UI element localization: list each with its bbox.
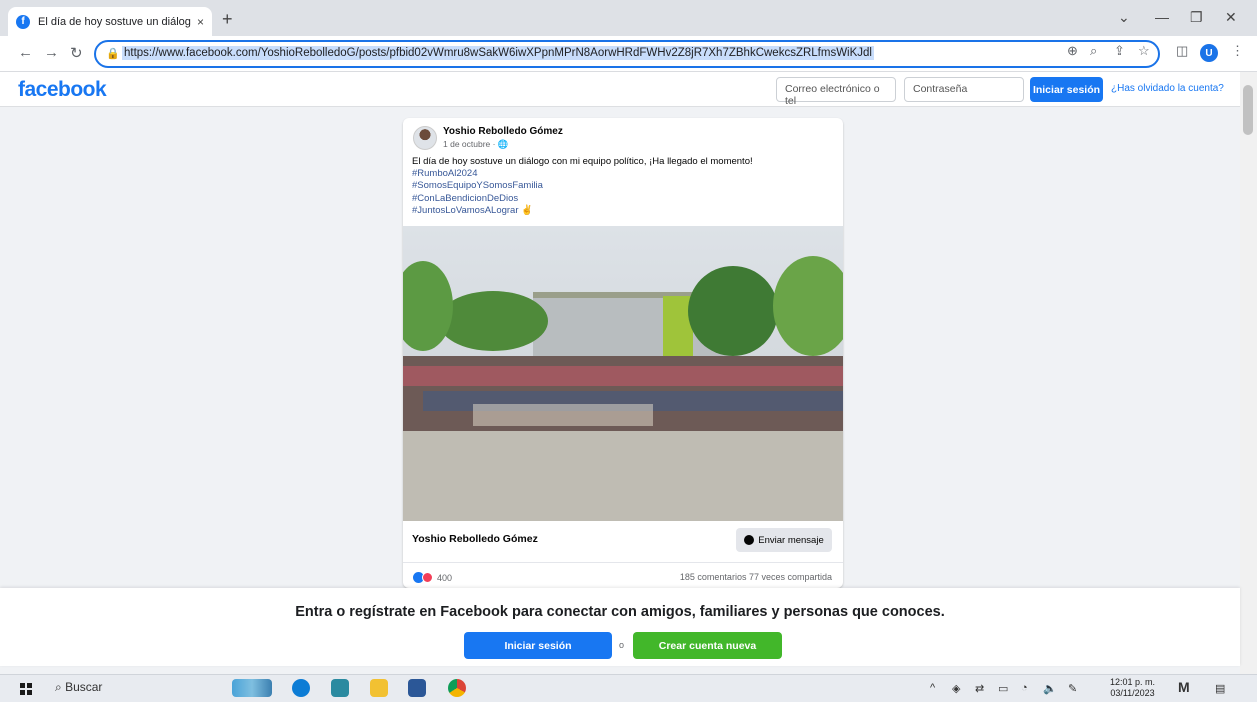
forgot-account-link[interactable]: ¿Has olvidado la cuenta? [1111, 83, 1224, 94]
lock-icon[interactable]: 🔒 [106, 47, 120, 60]
windows-taskbar: ⌕ Buscar ^ ◈ ⇄ ▭ ◔ 🔈 ✎ 12:01 p. m. 03/11… [0, 674, 1257, 702]
post-card: Yoshio Rebolledo Gómez 1 de octubre · 🌐 … [403, 118, 843, 588]
group-photo-image [403, 226, 843, 521]
banner-or-text: o [619, 640, 625, 650]
author-avatar[interactable] [413, 126, 437, 150]
send-message-label: Enviar mensaje [758, 534, 824, 546]
hashtag-link[interactable]: #ConLaBendicionDeDios [412, 193, 753, 205]
new-tab-button[interactable]: + [222, 9, 233, 30]
hashtag-link[interactable]: #SomosEquipoYSomosFamilia [412, 180, 753, 192]
close-window-icon[interactable]: ✕ [1225, 9, 1237, 26]
browser-tab[interactable]: f El día de hoy sostuve un diálogo × [8, 7, 212, 36]
menu-dots-icon[interactable]: ⋮ [1231, 43, 1244, 59]
profile-avatar[interactable]: U [1200, 44, 1218, 62]
battery-icon[interactable]: ▭ [998, 682, 1008, 695]
facebook-header: facebook Correo electrónico o tel Contra… [0, 72, 1240, 107]
clock-time: 12:01 p. m. [1110, 677, 1156, 687]
store-app-icon[interactable] [331, 679, 349, 697]
tab-search-icon[interactable]: ⌄ [1118, 9, 1130, 26]
tab-title: El día de hoy sostuve un diálogo [38, 15, 191, 28]
hashtag-link[interactable]: #JuntosLoVamosALograr ✌ [412, 205, 753, 217]
page-name[interactable]: Yoshio Rebolledo Gómez [412, 533, 538, 545]
search-icon: ⌕ [55, 680, 66, 694]
install-app-icon[interactable]: ⊕ [1067, 43, 1078, 59]
browser-tab-strip: f El día de hoy sostuve un diálogo × + ⌄… [0, 0, 1257, 36]
edge-icon[interactable] [292, 679, 310, 697]
notifications-icon[interactable]: ▤ [1215, 682, 1225, 695]
post-body: El día de hoy sostuve un diálogo con mi … [412, 156, 753, 167]
restore-icon[interactable]: ❐ [1190, 9, 1203, 26]
share-icon[interactable]: ⇪ [1114, 43, 1125, 59]
post-photo[interactable] [403, 226, 843, 521]
minimize-icon[interactable]: — [1155, 9, 1169, 25]
reaction-summary[interactable]: 400 [413, 572, 452, 583]
close-tab-icon[interactable]: × [197, 15, 204, 29]
url-text[interactable]: https://www.facebook.com/YoshioRebolledo… [122, 46, 874, 60]
wifi-icon[interactable]: ◔ [1021, 682, 1028, 694]
browser-toolbar: ← → ↻ 🔒 https://www.facebook.com/YoshioR… [0, 36, 1257, 72]
address-bar[interactable]: 🔒 https://www.facebook.com/YoshioRebolle… [94, 40, 1160, 68]
hashtag-link[interactable]: #RumboAl2024 [412, 168, 753, 180]
email-field[interactable]: Correo electrónico o tel [776, 77, 896, 107]
windows-start-icon[interactable] [20, 683, 32, 695]
login-banner: Entra o regístrate en Facebook para cone… [0, 588, 1240, 666]
forward-arrow-icon[interactable]: → [44, 44, 59, 61]
divider [403, 562, 843, 563]
password-field[interactable]: Contraseña [904, 77, 1024, 102]
pen-icon[interactable]: ✎ [1068, 682, 1077, 695]
post-text: El día de hoy sostuve un diálogo con mi … [412, 156, 753, 217]
love-reaction-icon [422, 572, 433, 583]
reaction-count: 400 [437, 572, 453, 583]
vpn-icon[interactable]: ◈ [952, 682, 960, 695]
globe-icon: 🌐 [497, 139, 509, 149]
widget-image-icon[interactable] [232, 679, 272, 697]
scrollbar-thumb[interactable] [1243, 85, 1253, 135]
taskbar-search[interactable]: ⌕ Buscar [55, 680, 102, 695]
clock-date: 03/11/2023 [1110, 688, 1155, 698]
reload-icon[interactable]: ↻ [70, 44, 83, 62]
banner-text: Entra o regístrate en Facebook para cone… [295, 604, 945, 620]
create-account-button[interactable]: Crear cuenta nueva [633, 632, 782, 659]
post-author[interactable]: Yoshio Rebolledo Gómez [443, 126, 563, 137]
header-login-button[interactable]: Iniciar sesión [1030, 77, 1103, 102]
chrome-icon[interactable] [448, 679, 466, 697]
post-date[interactable]: 1 de octubre · 🌐 [443, 139, 508, 150]
back-arrow-icon[interactable]: ← [18, 44, 33, 61]
post-stats[interactable]: 185 comentarios 77 veces compartida [680, 572, 832, 582]
facebook-favicon-icon: f [16, 14, 30, 29]
page-scrollbar[interactable] [1240, 72, 1257, 674]
network-adapter-icon[interactable]: ⇄ [975, 682, 984, 695]
file-explorer-icon[interactable] [370, 679, 388, 697]
bookmark-star-icon[interactable]: ☆ [1138, 43, 1150, 59]
send-message-button[interactable]: Enviar mensaje [736, 528, 832, 552]
messenger-icon [744, 535, 755, 545]
zoom-icon[interactable]: ⌕ [1090, 43, 1097, 59]
taskbar-clock[interactable]: 12:01 p. m. 03/11/2023 [1110, 677, 1155, 699]
volume-icon[interactable]: 🔈 [1043, 682, 1057, 695]
banner-login-button[interactable]: Iniciar sesión [464, 632, 612, 659]
word-icon[interactable] [408, 679, 426, 697]
tray-chevron-icon[interactable]: ^ [930, 682, 935, 694]
facebook-logo[interactable]: facebook [18, 78, 107, 102]
app-m-icon[interactable]: M [1178, 679, 1190, 695]
side-panel-icon[interactable]: ◫ [1176, 43, 1188, 59]
